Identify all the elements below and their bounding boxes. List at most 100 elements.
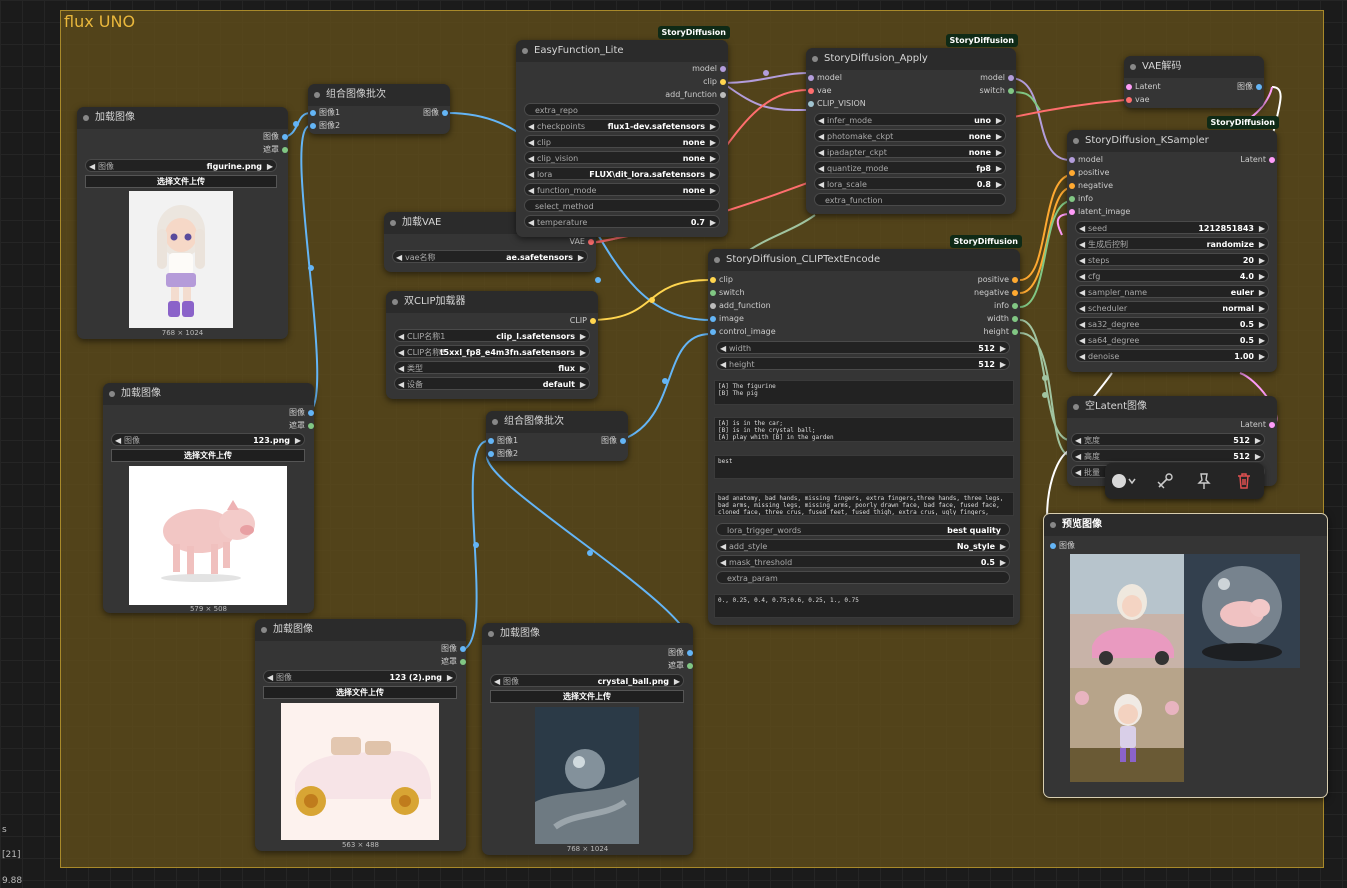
output-model[interactable]: model bbox=[692, 63, 726, 75]
output-mask[interactable]: 遮罩 bbox=[263, 144, 288, 156]
widget-extra-function[interactable]: extra_function bbox=[814, 193, 1006, 206]
increment-arrow-icon[interactable]: ▶ bbox=[996, 178, 1002, 191]
input-negative[interactable]: negative bbox=[1069, 180, 1113, 192]
widget-seed[interactable]: ◀ seed 1212851843 ▶ bbox=[1075, 221, 1269, 234]
increment-arrow-icon[interactable]: ▶ bbox=[710, 184, 716, 197]
widget-lora-scale[interactable]: ◀ lora_scale 0.8 ▶ bbox=[814, 177, 1006, 190]
node-load-image-1[interactable]: 加载图像 图像 遮罩 ◀ 图像 figurine.png ▶ 选择文件上传 768 ×… bbox=[77, 107, 288, 339]
upload-button[interactable]: 选择文件上传 bbox=[490, 690, 684, 703]
upload-button[interactable]: 选择文件上传 bbox=[111, 449, 305, 462]
decrement-arrow-icon[interactable]: ◀ bbox=[528, 216, 534, 229]
input-vae[interactable]: vae bbox=[808, 85, 832, 97]
output-mask[interactable]: 遮罩 bbox=[289, 420, 314, 432]
widget-extra-param[interactable]: extra_param bbox=[716, 571, 1010, 584]
group-title[interactable]: flux UNO bbox=[64, 12, 135, 31]
increment-arrow-icon[interactable]: ▶ bbox=[1000, 358, 1006, 371]
increment-arrow-icon[interactable]: ▶ bbox=[710, 120, 716, 133]
increment-arrow-icon[interactable]: ▶ bbox=[1255, 434, 1261, 447]
decrement-arrow-icon[interactable]: ◀ bbox=[1079, 238, 1085, 251]
increment-arrow-icon[interactable]: ▶ bbox=[1259, 254, 1265, 267]
decrement-arrow-icon[interactable]: ◀ bbox=[720, 540, 726, 553]
output-mask[interactable]: 遮罩 bbox=[441, 656, 466, 668]
widget-width[interactable]: ◀ width 512 ▶ bbox=[716, 341, 1010, 354]
increment-arrow-icon[interactable]: ▶ bbox=[1259, 238, 1265, 251]
decrement-arrow-icon[interactable]: ◀ bbox=[528, 152, 534, 165]
scene-prompt-textarea[interactable]: [A] is in the car; [B] is in the crystal… bbox=[714, 417, 1014, 442]
color-picker-button[interactable] bbox=[1111, 471, 1139, 491]
increment-arrow-icon[interactable]: ▶ bbox=[1000, 540, 1006, 553]
widget-photomake-ckpt[interactable]: ◀ photomake_ckpt none ▶ bbox=[814, 129, 1006, 142]
input-control-image[interactable]: control_image bbox=[710, 326, 776, 338]
output-clip[interactable]: clip bbox=[703, 76, 726, 88]
bypass-button[interactable] bbox=[1155, 471, 1175, 491]
output-info[interactable]: info bbox=[994, 300, 1018, 312]
widget-infer-mode[interactable]: ◀ infer_mode uno ▶ bbox=[814, 113, 1006, 126]
input-image[interactable]: 图像 bbox=[1050, 540, 1075, 552]
character-prompt-textarea[interactable]: [A] The figurine [B] The pig bbox=[714, 380, 1014, 405]
widget-add-style[interactable]: ◀ add_style No_style ▶ bbox=[716, 539, 1010, 552]
image-combo[interactable]: ◀ 图像 123 (2).png ▶ bbox=[263, 670, 457, 683]
widget-scheduler[interactable]: ◀ scheduler normal ▶ bbox=[1075, 301, 1269, 314]
input-add-function[interactable]: add_function bbox=[710, 300, 771, 312]
increment-arrow-icon[interactable]: ▶ bbox=[1000, 342, 1006, 355]
node-load-image-3[interactable]: 加载图像 图像 遮罩 ◀ 图像 123 (2).png ▶ 选择文件上传 563 × … bbox=[255, 619, 466, 851]
image-combo[interactable]: ◀ 图像 crystal_ball.png ▶ bbox=[490, 674, 684, 687]
negative-prompt-textarea[interactable]: bad anatomy, bad hands, missing fingers,… bbox=[714, 492, 1014, 516]
decrement-arrow-icon[interactable]: ◀ bbox=[720, 358, 726, 371]
decrement-arrow-icon[interactable]: ◀ bbox=[1079, 334, 1085, 347]
decrement-arrow-icon[interactable]: ◀ bbox=[720, 342, 726, 355]
decrement-arrow-icon[interactable]: ◀ bbox=[398, 330, 404, 343]
increment-arrow-icon[interactable]: ▶ bbox=[1259, 350, 1265, 363]
output-width[interactable]: width bbox=[987, 313, 1018, 325]
preview-output-3[interactable] bbox=[1070, 668, 1184, 782]
output-positive[interactable]: positive bbox=[978, 274, 1018, 286]
decrement-arrow-icon[interactable]: ◀ bbox=[1075, 434, 1081, 447]
decrement-arrow-icon[interactable]: ◀ bbox=[1075, 466, 1081, 479]
decrement-arrow-icon[interactable]: ◀ bbox=[528, 120, 534, 133]
widget-height[interactable]: ◀ height 512 ▶ bbox=[716, 357, 1010, 370]
input-image1[interactable]: 图像1 bbox=[310, 107, 340, 119]
decrement-arrow-icon[interactable]: ◀ bbox=[398, 378, 404, 391]
output-image[interactable]: 图像 bbox=[601, 435, 626, 447]
input-image1[interactable]: 图像1 bbox=[488, 435, 518, 447]
decrement-arrow-icon[interactable]: ◀ bbox=[1079, 350, 1085, 363]
node-image-batch-1[interactable]: 组合图像批次 图像1 图像2 图像 bbox=[308, 84, 450, 134]
widget-sa32-degree[interactable]: ◀ sa32_degree 0.5 ▶ bbox=[1075, 317, 1269, 330]
output-latent[interactable]: Latent bbox=[1240, 154, 1275, 166]
input-vae[interactable]: vae bbox=[1126, 94, 1150, 106]
node-image-batch-2[interactable]: 组合图像批次 图像1 图像2 图像 bbox=[486, 411, 628, 461]
input-clip-vision[interactable]: CLIP_VISION bbox=[808, 98, 866, 110]
vae-name-combo[interactable]: ◀ vae名称 ae.safetensors ▶ bbox=[392, 250, 588, 263]
dualclip-widget-0[interactable]: ◀ CLIP名称1 clip_l.safetensors ▶ bbox=[394, 329, 590, 342]
widget-checkpoints[interactable]: ◀ checkpoints flux1-dev.safetensors ▶ bbox=[524, 119, 720, 132]
decrement-arrow-icon[interactable]: ◀ bbox=[528, 136, 534, 149]
output-height[interactable]: height bbox=[984, 326, 1018, 338]
delete-button[interactable] bbox=[1234, 471, 1254, 491]
extra-param-textarea[interactable]: 0., 0.25, 0.4, 0.75;0.6, 0.25, 1., 0.75 bbox=[714, 594, 1014, 618]
increment-arrow-icon[interactable]: ▶ bbox=[580, 346, 586, 359]
widget-sampler-name[interactable]: ◀ sampler_name euler ▶ bbox=[1075, 285, 1269, 298]
increment-arrow-icon[interactable]: ▶ bbox=[1259, 270, 1265, 283]
decrement-arrow-icon[interactable]: ◀ bbox=[1079, 222, 1085, 235]
widget-extra-repo[interactable]: extra_repo bbox=[524, 103, 720, 116]
decrement-arrow-icon[interactable]: ◀ bbox=[1075, 450, 1081, 463]
node-easyfunction-lite[interactable]: StoryDiffusion EasyFunction_Lite model cl… bbox=[516, 26, 730, 237]
increment-arrow-icon[interactable]: ▶ bbox=[710, 168, 716, 181]
increment-arrow-icon[interactable]: ▶ bbox=[1000, 556, 1006, 569]
node-dual-clip-loader[interactable]: 双CLIP加载器 CLIP ◀ CLIP名称1 clip_l.safetensors… bbox=[386, 291, 598, 399]
widget-0[interactable]: ◀ 宽度 512 ▶ bbox=[1071, 433, 1265, 446]
input-latent[interactable]: Latent bbox=[1126, 81, 1161, 93]
output-clip[interactable]: CLIP bbox=[570, 315, 596, 327]
increment-arrow-icon[interactable]: ▶ bbox=[996, 162, 1002, 175]
node-load-image-2[interactable]: 加载图像 图像 遮罩 ◀ 图像 123.png ▶ 选择文件上传 579 × 508 bbox=[103, 383, 314, 613]
preview-output-2[interactable] bbox=[1184, 554, 1300, 668]
decrement-arrow-icon[interactable]: ◀ bbox=[720, 556, 726, 569]
increment-arrow-icon[interactable]: ▶ bbox=[1259, 222, 1265, 235]
output-model[interactable]: model bbox=[980, 72, 1014, 84]
increment-arrow-icon[interactable]: ▶ bbox=[996, 130, 1002, 143]
preview-output-1[interactable] bbox=[1070, 554, 1184, 668]
increment-arrow-icon[interactable]: ▶ bbox=[580, 362, 586, 375]
output-latent[interactable]: Latent bbox=[1240, 419, 1275, 431]
input-switch[interactable]: switch bbox=[710, 287, 745, 299]
output-image[interactable]: 图像 bbox=[289, 407, 314, 419]
